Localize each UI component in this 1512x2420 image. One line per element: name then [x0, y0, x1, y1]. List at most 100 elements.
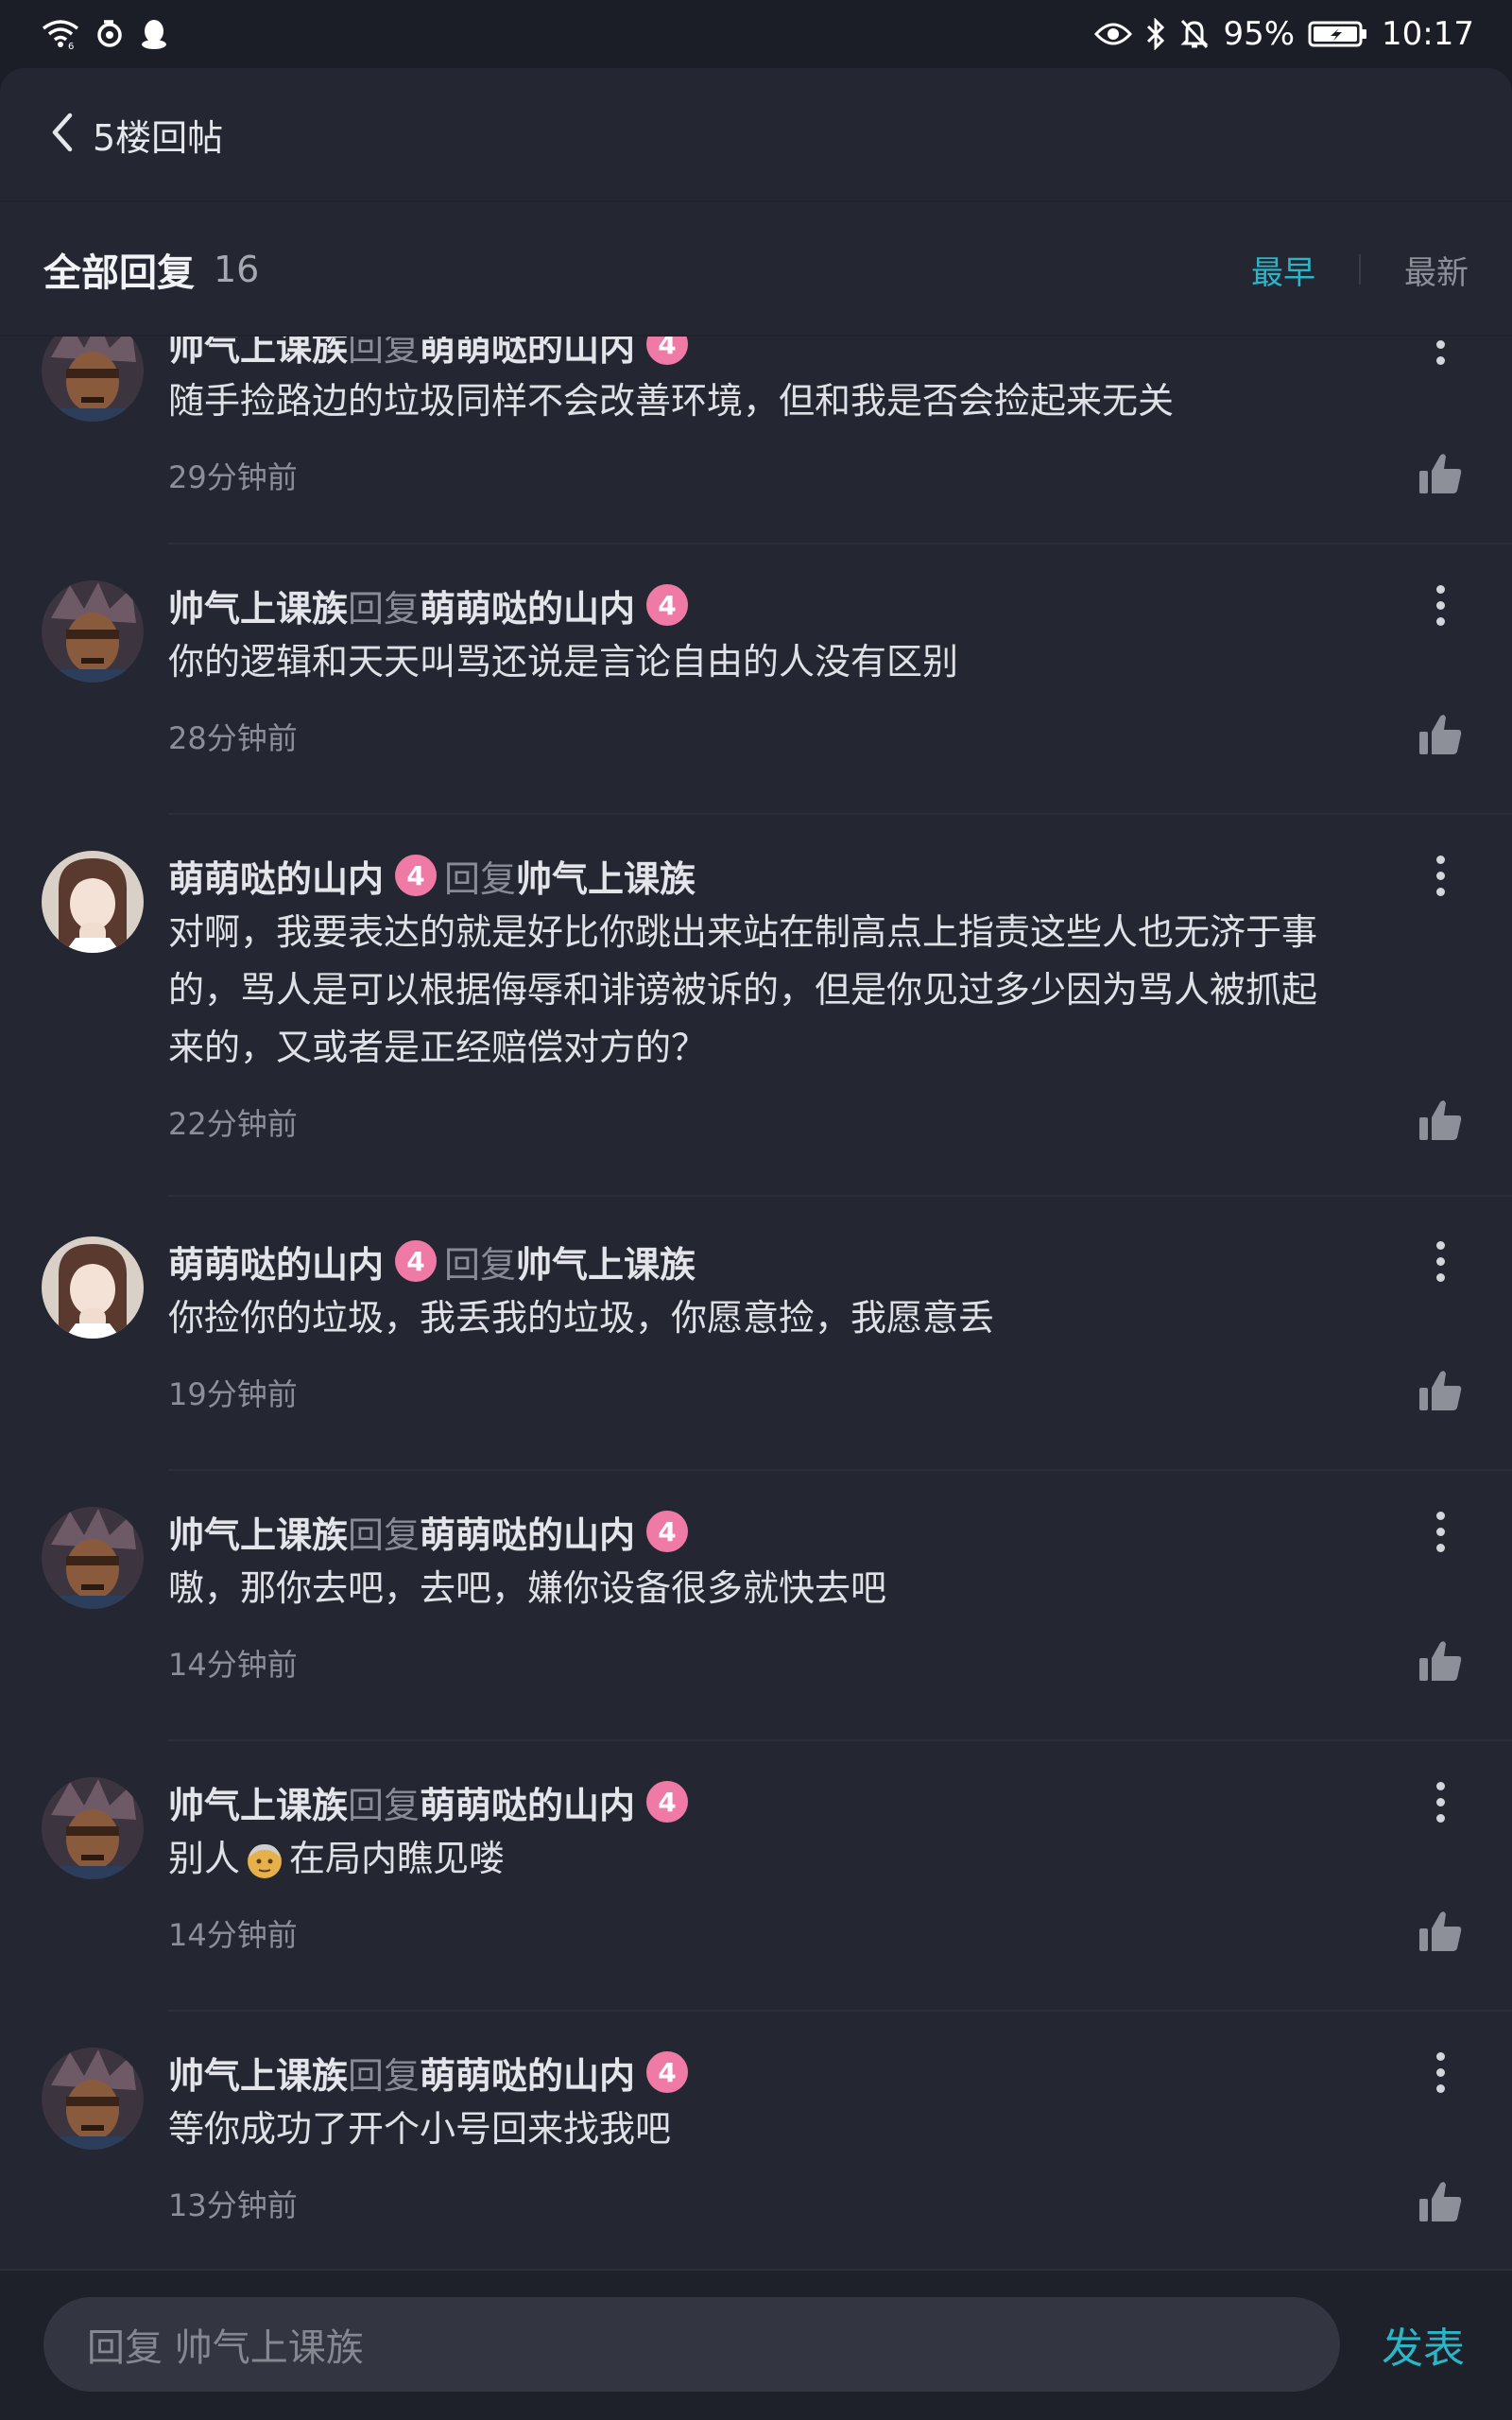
- more-dot: [1435, 871, 1445, 880]
- clock: 10:17: [1382, 15, 1474, 53]
- content-text: 在局内瞧见喽: [289, 1838, 506, 1879]
- content-line: 来的，又或者是正经赔偿对方的？: [168, 1027, 708, 1068]
- more-options-button[interactable]: [1418, 847, 1463, 904]
- reply-header: 萌萌哒的山内 4 回复 帅气上课族: [168, 1235, 696, 1288]
- reply-time: 19分钟前: [168, 1376, 298, 1412]
- reply-content: 等你成功了开个小号回来找我吧: [168, 2108, 672, 2150]
- more-options-button[interactable]: [1418, 577, 1463, 633]
- sort-divider: [1359, 254, 1361, 285]
- like-button[interactable]: [1414, 2176, 1467, 2229]
- status-bar: 6 95% 10:17: [0, 0, 1512, 68]
- qq-icon: [140, 18, 168, 50]
- like-button[interactable]: [1414, 709, 1467, 762]
- reply-time: 13分钟前: [168, 2187, 298, 2223]
- more-options-button[interactable]: [1418, 2044, 1463, 2100]
- thumbs-up-icon: [1419, 1641, 1462, 1681]
- reply-header: 帅气上课族 回复 萌萌哒的山内 4: [168, 1775, 696, 1828]
- level-badge: 4: [646, 2051, 689, 2093]
- avatar-female[interactable]: [42, 851, 144, 953]
- reply-list: 帅气上课族 回复 萌萌哒的山内 4 随手捡路边的垃圾同样不会改善环境，但和我是否…: [0, 337, 1512, 2337]
- reply-time: 14分钟前: [168, 1647, 298, 1683]
- target-name[interactable]: 萌萌哒的山内: [420, 579, 635, 631]
- author-name[interactable]: 帅气上课族: [168, 337, 348, 371]
- more-dot: [1435, 1813, 1445, 1823]
- like-button[interactable]: [1414, 1635, 1467, 1688]
- more-dot: [1435, 2067, 1445, 2077]
- target-name[interactable]: 萌萌哒的山内: [420, 1506, 635, 1558]
- reply-content: 嗷，那你去吧，去吧，嫌你设备很多就快去吧: [168, 1567, 887, 1609]
- divider: [168, 543, 1512, 544]
- reply-word: 回复: [348, 2054, 421, 2097]
- avatar-male[interactable]: [42, 580, 144, 683]
- more-dot: [1435, 1781, 1445, 1790]
- level-badge: 4: [646, 584, 689, 626]
- chevron-left-icon: [47, 110, 76, 159]
- more-dot: [1435, 584, 1445, 594]
- more-dot: [1435, 1511, 1445, 1520]
- level-badge: 4: [395, 855, 438, 896]
- content-line: 对啊，我要表达的就是好比你跳出来站在制高点上指责这些人也无济于事: [168, 911, 1318, 953]
- target-name[interactable]: 帅气上课族: [516, 1236, 696, 1288]
- more-dot: [1435, 887, 1445, 896]
- header: 5楼回帖: [0, 68, 1512, 202]
- reply-content: 随手捡路边的垃圾同样不会改善环境，但和我是否会捡起来无关: [168, 380, 1175, 422]
- avatar-male[interactable]: [42, 2048, 144, 2150]
- like-button[interactable]: [1414, 1095, 1467, 1148]
- svg-text:6: 6: [68, 42, 74, 49]
- reply-word: 回复: [444, 857, 517, 900]
- more-dot: [1435, 1543, 1445, 1552]
- author-name[interactable]: 萌萌哒的山内: [168, 1236, 384, 1288]
- more-options-button[interactable]: [1418, 1233, 1463, 1289]
- content-text: 别人: [168, 1838, 241, 1879]
- target-name[interactable]: 萌萌哒的山内: [420, 1776, 635, 1828]
- battery-percent: 95%: [1223, 15, 1296, 53]
- author-name[interactable]: 萌萌哒的山内: [168, 850, 384, 902]
- more-options-button[interactable]: [1418, 1773, 1463, 1830]
- avatar-female[interactable]: [42, 1236, 144, 1339]
- all-replies-title: 全部回复: [43, 251, 195, 295]
- more-options-button[interactable]: [1418, 1503, 1463, 1560]
- reply-header: 帅气上课族 回复 萌萌哒的山内 4: [168, 1505, 696, 1558]
- send-button[interactable]: 发表: [1382, 2297, 1465, 2392]
- like-button[interactable]: [1414, 448, 1467, 501]
- level-badge: 4: [646, 1511, 689, 1552]
- reply-input[interactable]: 回复 帅气上课族: [43, 2297, 1340, 2392]
- back-button[interactable]: 5楼回帖: [47, 96, 223, 172]
- author-name[interactable]: 帅气上课族: [168, 1776, 348, 1828]
- more-options-button[interactable]: [1418, 337, 1463, 372]
- sort-options: 最早 最新: [1251, 247, 1469, 293]
- thumbs-up-icon: [1419, 1100, 1462, 1140]
- sort-latest-tab[interactable]: 最新: [1404, 247, 1469, 293]
- status-bar-left: 6: [42, 18, 168, 50]
- more-dot: [1435, 1272, 1445, 1282]
- avatar-male[interactable]: [42, 337, 144, 422]
- avatar-male[interactable]: [42, 1777, 144, 1879]
- author-name[interactable]: 帅气上课族: [168, 1506, 348, 1558]
- target-name[interactable]: 帅气上课族: [516, 850, 696, 902]
- reply-word: 回复: [444, 1243, 517, 1286]
- divider: [168, 2010, 1512, 2012]
- eye-icon: [1094, 21, 1133, 47]
- reply-word: 回复: [348, 337, 421, 369]
- thumbs-up-icon: [1419, 1371, 1462, 1410]
- sort-bar: 全部回复 16 最早 最新: [0, 204, 1512, 337]
- more-dot: [1435, 855, 1445, 864]
- more-dot: [1435, 600, 1445, 610]
- reply-count: 16: [214, 249, 260, 290]
- like-button[interactable]: [1414, 1365, 1467, 1418]
- sort-earliest-tab[interactable]: 最早: [1251, 247, 1315, 293]
- sync-icon: [94, 19, 125, 49]
- like-button[interactable]: [1414, 1906, 1467, 1959]
- more-dot: [1435, 1240, 1445, 1250]
- reply-content: 你捡你的垃圾，我丢我的垃圾，你愿意捡，我愿意丢: [168, 1297, 995, 1339]
- author-name[interactable]: 帅气上课族: [168, 579, 348, 631]
- target-name[interactable]: 萌萌哒的山内: [420, 2047, 635, 2099]
- thumbs-up-icon: [1419, 1911, 1462, 1951]
- more-dot: [1435, 616, 1445, 626]
- author-name[interactable]: 帅气上课族: [168, 2047, 348, 2099]
- thumbs-up-icon: [1419, 454, 1462, 493]
- thumbs-up-icon: [1419, 2182, 1462, 2221]
- avatar-male[interactable]: [42, 1507, 144, 1609]
- target-name[interactable]: 萌萌哒的山内: [420, 337, 635, 371]
- reply-header: 帅气上课族 回复 萌萌哒的山内 4: [168, 579, 696, 631]
